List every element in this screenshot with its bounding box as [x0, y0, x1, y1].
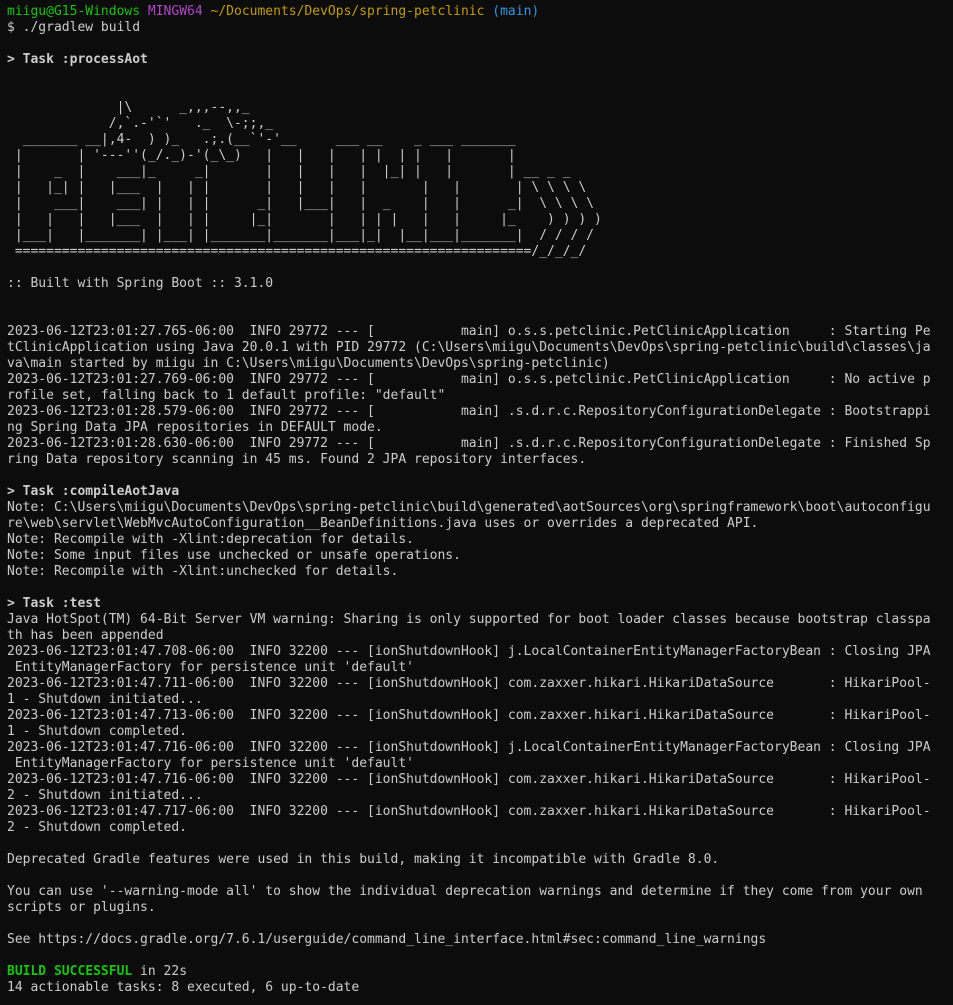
log-line: 2023-06-12T23:01:28.630-06:00 INFO 29772… [7, 436, 931, 451]
log-line: Note: Recompile with -Xlint:deprecation … [7, 532, 414, 547]
log-line: scripts or plugins. [7, 900, 156, 915]
log-line: Java HotSpot(TM) 64-Bit Server VM warnin… [7, 612, 931, 627]
log-line: 2023-06-12T23:01:27.765-06:00 INFO 29772… [7, 324, 931, 339]
log-line: th has been appended [7, 628, 164, 643]
log-block-test-output: Java HotSpot(TM) 64-Bit Server VM warnin… [7, 612, 953, 964]
task-header-compile-aot-java: > Task :compileAotJava [7, 484, 180, 499]
log-line: 2023-06-12T23:01:47.717-06:00 INFO 32200… [7, 804, 931, 819]
log-line: 2023-06-12T23:01:27.769-06:00 INFO 29772… [7, 372, 931, 387]
spring-petclinic-ascii-banner: |\ _,,,--,,_ /,`.-'`' ._ \-;;,_ _______ … [7, 68, 953, 276]
prompt-branch: (main) [492, 4, 540, 19]
build-result-line: BUILD SUCCESSFUL in 22s [7, 964, 953, 980]
log-line: rofile set, falling back to 1 default pr… [7, 388, 446, 403]
prompt-shell: MINGW64 [147, 4, 203, 19]
banner-line: | | | |___ | | | |_| | | | | | | |_ ) ) … [7, 212, 602, 227]
log-line: 1 - Shutdown completed. [7, 724, 188, 739]
log-line: EntityManagerFactory for persistence uni… [7, 756, 414, 771]
log-line: You can use '--warning-mode all' to show… [7, 884, 923, 899]
log-line: va\main started by miigu in C:\Users\mii… [7, 356, 610, 371]
log-line: Note: C:\Users\miigu\Documents\DevOps\sp… [7, 500, 931, 515]
log-line: 2023-06-12T23:01:47.711-06:00 INFO 32200… [7, 676, 931, 691]
terminal-window[interactable]: miigu@G15-Windows MINGW64 ~/Documents/De… [0, 0, 953, 1005]
log-line: 2023-06-12T23:01:47.713-06:00 INFO 32200… [7, 708, 931, 723]
log-line: re\web\servlet\WebMvcAutoConfiguration__… [7, 516, 759, 531]
log-block-startup: 2023-06-12T23:01:27.765-06:00 INFO 29772… [7, 292, 953, 484]
banner-line [7, 84, 953, 100]
log-line: See https://docs.gradle.org/7.6.1/usergu… [7, 932, 767, 947]
log-line: ring Data repository scanning in 45 ms. … [7, 452, 587, 467]
banner-line: ========================================… [7, 244, 587, 259]
log-line: ng Spring Data JPA repositories in DEFAU… [7, 420, 383, 435]
build-time: in 22s [132, 964, 188, 979]
banner-line [7, 260, 953, 276]
log-line: Note: Some input files use unchecked or … [7, 548, 461, 563]
shell-prompt-line: miigu@G15-Windows MINGW64 ~/Documents/De… [7, 4, 953, 20]
banner-line: /,`.-'`' ._ \-;;,_ [7, 116, 274, 131]
task-header-test: > Task :test [7, 596, 101, 611]
banner-line: |\ _,,,--,,_ [7, 100, 250, 115]
log-line: 2023-06-12T23:01:28.579-06:00 INFO 29772… [7, 404, 931, 419]
log-line: 2023-06-12T23:01:47.708-06:00 INFO 32200… [7, 644, 931, 659]
log-line: 1 - Shutdown initiated... [7, 692, 203, 707]
prompt-user-host: miigu@G15-Windows [7, 4, 141, 19]
prompt-cwd: ~/Documents/DevOps/spring-petclinic [210, 4, 485, 19]
log-line: 2023-06-12T23:01:47.716-06:00 INFO 32200… [7, 772, 931, 787]
banner-line [7, 68, 953, 84]
banner-line: |___| |_______| |___| |_______|_______|_… [7, 228, 594, 243]
log-line: 2 - Shutdown completed. [7, 820, 188, 835]
command-line: $ ./gradlew build [7, 20, 141, 35]
log-line: Deprecated Gradle features were used in … [7, 852, 720, 867]
log-line: 2 - Shutdown initiated... [7, 788, 203, 803]
task-header-process-aot: > Task :processAot [7, 52, 148, 67]
log-block-compile-notes: Note: C:\Users\miigu\Documents\DevOps\sp… [7, 500, 953, 596]
log-line: 2023-06-12T23:01:47.716-06:00 INFO 32200… [7, 740, 931, 755]
banner-line: | ___| ___| | | | _| |___| | _ | | _| \ … [7, 196, 594, 211]
built-with-line: :: Built with Spring Boot :: 3.1.0 [7, 276, 274, 291]
task-summary-line: 14 actionable tasks: 8 executed, 6 up-to… [7, 980, 360, 995]
banner-line: | | '---''(_/._)-'(_\_) | | | | | | | | … [7, 148, 516, 163]
log-line: tClinicApplication using Java 20.0.1 wit… [7, 340, 931, 355]
log-line: EntityManagerFactory for persistence uni… [7, 660, 414, 675]
banner-line: | |_| | |___ | | | | | | | | | | \ \ \ \ [7, 180, 587, 195]
banner-line: _______ __|,4- ) )_ .;.(__`'-'__ ___ __ … [7, 132, 516, 147]
log-line: Note: Recompile with -Xlint:unchecked fo… [7, 564, 399, 579]
build-status: BUILD SUCCESSFUL [7, 964, 133, 979]
banner-line: | _ | ___|_ _| | | | | |_| | | | __ _ _ [7, 164, 571, 179]
